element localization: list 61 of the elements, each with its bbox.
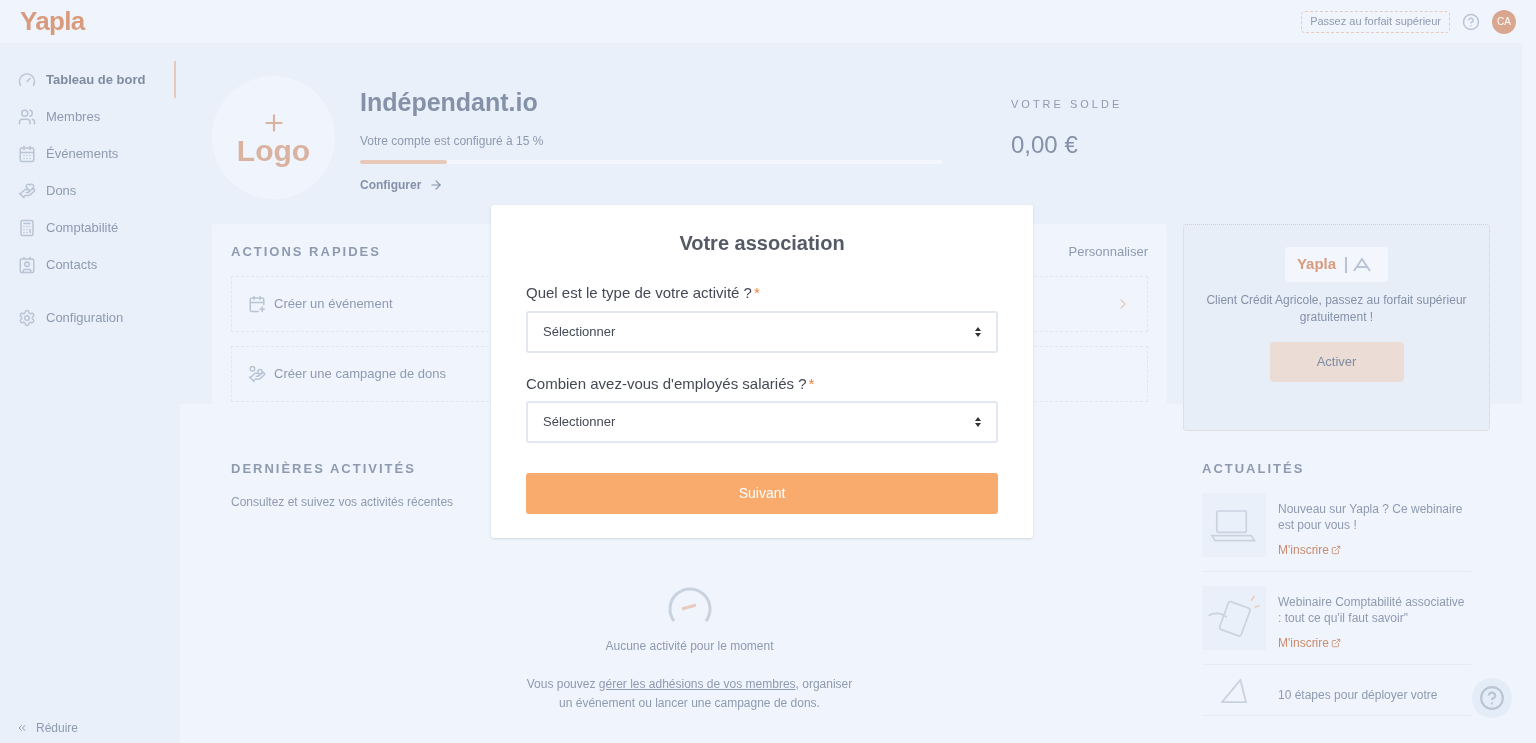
sidebar-item[interactable]: Événements: [0, 135, 180, 172]
help-icon: [1479, 685, 1505, 711]
logo: Yapla: [1296, 254, 1337, 275]
card-title: ACTUALITÉS: [1202, 460, 1305, 478]
external-link-icon: [1330, 544, 1341, 555]
activate-button[interactable]: Activer: [1269, 342, 1404, 382]
logo-placeholder-label: Logo: [236, 135, 311, 166]
sidebar-item[interactable]: Dons: [0, 172, 180, 209]
required-mark: *: [808, 373, 815, 394]
calculator-icon: [18, 218, 36, 237]
sidebar-item[interactable]: Tableau de bord: [0, 61, 176, 98]
hand-heart-icon: [18, 181, 36, 200]
sidebar-item[interactable]: Comptabilité: [0, 209, 180, 246]
field-label: Combien avez-vous d'employés salariés ?: [526, 373, 807, 394]
progress-text: Votre compte est configuré à 15 %: [360, 132, 544, 150]
calendar-icon: [18, 144, 36, 163]
collapse-button[interactable]: Réduire: [0, 719, 180, 737]
promo-text: Client Crédit Agricole, passez au forfait supérieur gratuitement !: [1205, 292, 1468, 326]
field-label: Quel est le type de votre activité ?: [526, 283, 752, 303]
external-link-icon: [1330, 637, 1341, 648]
sidebar-item[interactable]: Membres: [0, 98, 180, 135]
sidebar-item[interactable]: Contacts: [0, 246, 180, 283]
users-icon: [18, 107, 36, 126]
updown-caret-icon: [975, 326, 981, 337]
required-mark: *: [753, 283, 760, 303]
customize-link[interactable]: Personnaliser: [1068, 242, 1148, 262]
calendar-plus-icon: [248, 294, 266, 313]
card-subtitle: Consultez et suivez vos activités récentes: [231, 493, 454, 511]
dialog-title: Votre association: [678, 231, 846, 256]
gauge-icon: [18, 70, 36, 89]
calculator-illustration: [1202, 585, 1266, 650]
news-title: 10 étapes pour déployer votre: [1278, 686, 1438, 703]
register-link[interactable]: M'inscrire: [1278, 633, 1341, 652]
help-icon[interactable]: [1462, 12, 1480, 31]
dropdown-select[interactable]: Sélectionner: [526, 401, 998, 443]
settings-icon: [18, 308, 36, 327]
empty-state-hint: Vous pouvez gérer les adhésions de vos membres, organiser un événement ou lancer une campagne de dons.: [525, 675, 854, 712]
news-title: Webinaire Comptabilité associative : tout ce qu'il faut savoir": [1278, 593, 1466, 626]
card-title: DERNIÈRES ACTIVITÉS: [231, 460, 416, 478]
register-link[interactable]: M'inscrire: [1278, 540, 1341, 559]
news-title: Nouveau sur Yapla ? Ce webinaire est pour vous !: [1278, 500, 1464, 533]
empty-state-text: Aucune activité pour le moment: [605, 637, 774, 655]
contact-card-icon: [18, 255, 36, 274]
updown-caret-icon: [975, 417, 981, 427]
arrow-right-icon: [429, 177, 444, 192]
dropdown-select[interactable]: Sélectionner: [526, 310, 998, 353]
card-title: ACTIONS RAPIDES: [231, 243, 381, 261]
next-button[interactable]: Suivant: [526, 473, 998, 514]
configure-link[interactable]: Configurer: [360, 175, 444, 194]
members-link[interactable]: gérer les adhésions de vos membres: [598, 676, 796, 691]
upgrade-button[interactable]: Passez au forfait supérieur: [1301, 10, 1450, 33]
user-avatar[interactable]: CA: [1492, 9, 1516, 34]
sidebar-item[interactable]: Configuration: [0, 299, 180, 336]
hand-coins-icon: [248, 364, 266, 383]
balance-label: VOTRE SOLDE: [1011, 97, 1123, 112]
logo[interactable]: Yapla: [20, 2, 85, 41]
logo-placeholder[interactable]: Logo: [212, 76, 335, 199]
double-chevron-icon: [16, 722, 28, 734]
balance-amount: 0,00 €: [1011, 129, 1078, 160]
organization-name: Indépendant.io: [360, 87, 538, 118]
laptop-illustration: [1202, 492, 1266, 557]
